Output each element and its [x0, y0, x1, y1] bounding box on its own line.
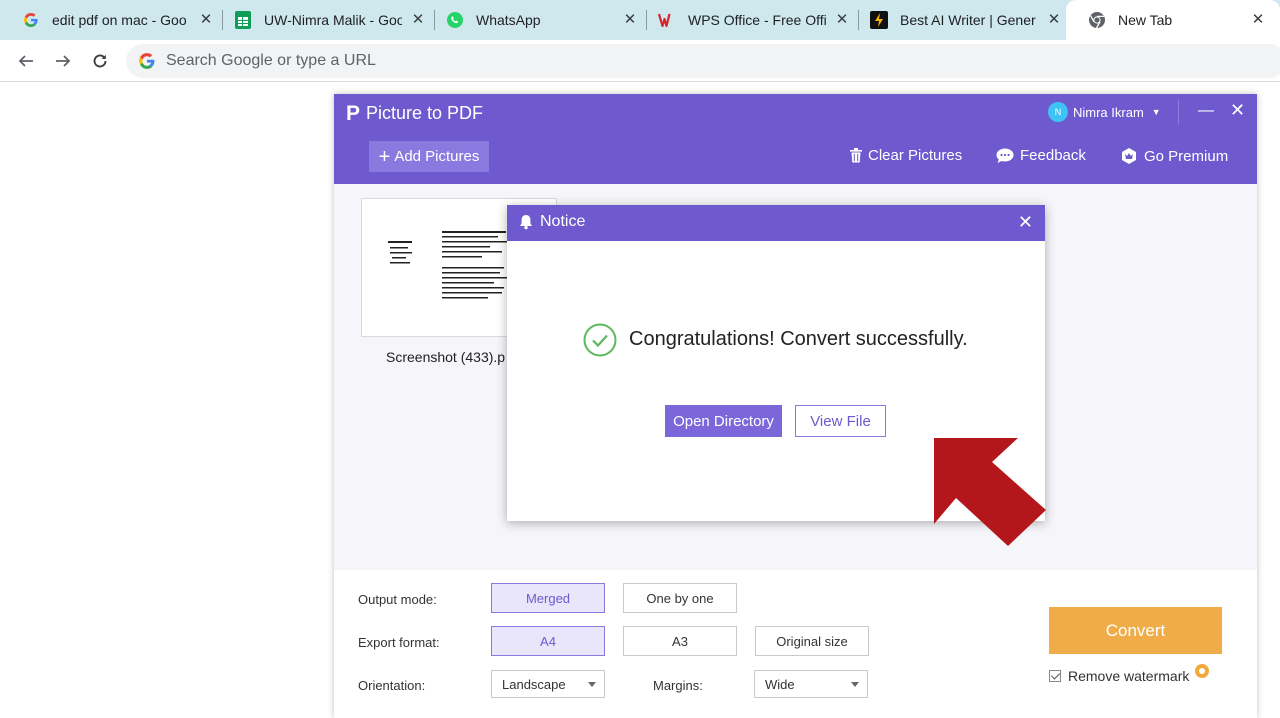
tab-strip: edit pdf on mac - Goo ✕ UW-Nimra Malik -…: [0, 0, 1280, 40]
go-premium-button[interactable]: Go Premium: [1120, 147, 1228, 165]
orientation-label: Orientation:: [358, 678, 426, 693]
user-name: Nimra Ikram: [1073, 104, 1144, 120]
user-menu[interactable]: N Nimra Ikram ▼: [1048, 102, 1161, 122]
ai-writer-icon: [870, 11, 888, 29]
output-mode-one-by-one[interactable]: One by one: [623, 583, 737, 613]
margins-select[interactable]: Wide: [754, 670, 868, 698]
tab-wps-office[interactable]: WPS Office - Free Offi ✕: [636, 0, 858, 40]
orientation-select[interactable]: Landscape: [491, 670, 605, 698]
output-mode-label: Output mode:: [358, 592, 437, 607]
browser-toolbar: [0, 40, 1280, 82]
tab-uw-nimra[interactable]: UW-Nimra Malik - Goo ✕: [212, 0, 434, 40]
clear-pictures-label: Clear Pictures: [868, 147, 963, 164]
back-button[interactable]: [13, 48, 39, 74]
app-title: Picture to PDF: [366, 103, 484, 123]
chevron-down-icon: ▼: [1151, 107, 1161, 117]
settings-panel: Output mode: Merged One by one Export fo…: [334, 570, 1257, 718]
omnibox-input[interactable]: [166, 52, 766, 70]
google-g-icon: [22, 11, 40, 29]
export-format-a4[interactable]: A4: [491, 626, 605, 656]
minimize-icon[interactable]: —: [1198, 102, 1214, 120]
tab-whatsapp[interactable]: WhatsApp ✕: [424, 0, 646, 40]
google-g-icon: [139, 53, 155, 69]
margins-value: Wide: [765, 676, 795, 692]
premium-badge-icon: [1195, 664, 1210, 678]
plus-icon: +: [378, 145, 391, 168]
close-icon[interactable]: ✕: [1018, 212, 1033, 233]
dropdown-arrow-icon: [851, 682, 859, 687]
reload-icon: [93, 54, 107, 68]
reload-button[interactable]: [87, 48, 113, 74]
dialog-header: Notice ✕: [507, 205, 1045, 241]
tab-title: Best AI Writer | Gener: [900, 12, 1036, 28]
avatar: N: [1048, 102, 1068, 122]
convert-button[interactable]: Convert: [1049, 607, 1222, 654]
tab-title: edit pdf on mac - Goo: [52, 12, 187, 28]
chrome-icon: [1088, 11, 1106, 29]
output-mode-merged[interactable]: Merged: [491, 583, 605, 613]
feedback-label: Feedback: [1020, 147, 1086, 164]
wps-icon: [658, 11, 676, 29]
clear-pictures-button[interactable]: Clear Pictures: [850, 147, 962, 164]
add-pictures-button[interactable]: + Add Pictures: [369, 141, 489, 172]
go-premium-label: Go Premium: [1144, 147, 1229, 165]
dropdown-arrow-icon: [588, 682, 596, 687]
tab-close-icon[interactable]: ✕: [1250, 12, 1266, 28]
remove-watermark-checkbox[interactable]: [1049, 670, 1061, 682]
thumbnail-filename: Screenshot (433).png: [386, 349, 506, 365]
tab-edit-pdf[interactable]: edit pdf on mac - Goo ✕: [0, 0, 222, 40]
chat-bubble-icon: [996, 148, 1014, 164]
tab-ai-writer[interactable]: Best AI Writer | Gener ✕: [848, 0, 1070, 40]
app-header: P Picture to PDF N Nimra Ikram ▼ — ✕ + A…: [334, 94, 1257, 184]
bell-icon: [519, 214, 533, 235]
remove-watermark-option[interactable]: Remove watermark: [1049, 664, 1210, 684]
export-format-a3[interactable]: A3: [623, 626, 737, 656]
app-logo-icon: P: [346, 102, 361, 125]
tab-title: WPS Office - Free Offi: [688, 12, 826, 28]
tab-title: UW-Nimra Malik - Goo: [264, 12, 402, 28]
tab-title: New Tab: [1118, 12, 1173, 28]
view-file-button[interactable]: View File: [795, 405, 886, 437]
header-divider: [1178, 100, 1179, 124]
add-pictures-label: Add Pictures: [394, 148, 480, 165]
forward-button[interactable]: [50, 48, 76, 74]
dialog-title: Notice: [540, 213, 586, 230]
orientation-value: Landscape: [502, 676, 566, 692]
tab-new-tab[interactable]: New Tab ✕: [1066, 0, 1280, 40]
remove-watermark-label: Remove watermark: [1068, 668, 1190, 684]
trash-icon: [850, 148, 862, 163]
whatsapp-icon: [446, 11, 464, 29]
red-pointer-arrow-icon: [934, 438, 1046, 546]
back-arrow-icon: [18, 55, 33, 67]
premium-badge-icon: [1120, 147, 1138, 165]
close-icon[interactable]: ✕: [1230, 100, 1245, 121]
forward-arrow-icon: [56, 55, 71, 67]
sheets-icon: [234, 11, 252, 29]
tab-close-icon[interactable]: ✕: [1046, 12, 1062, 28]
open-directory-button[interactable]: Open Directory: [665, 405, 782, 437]
export-format-label: Export format:: [358, 635, 440, 650]
dialog-message: Congratulations! Convert successfully.: [629, 328, 968, 350]
omnibox[interactable]: [126, 44, 1280, 78]
tab-title: WhatsApp: [476, 12, 541, 28]
export-format-original-size[interactable]: Original size: [755, 626, 869, 656]
success-check-icon: [583, 323, 617, 362]
feedback-button[interactable]: Feedback: [996, 147, 1086, 164]
margins-label: Margins:: [653, 678, 703, 693]
